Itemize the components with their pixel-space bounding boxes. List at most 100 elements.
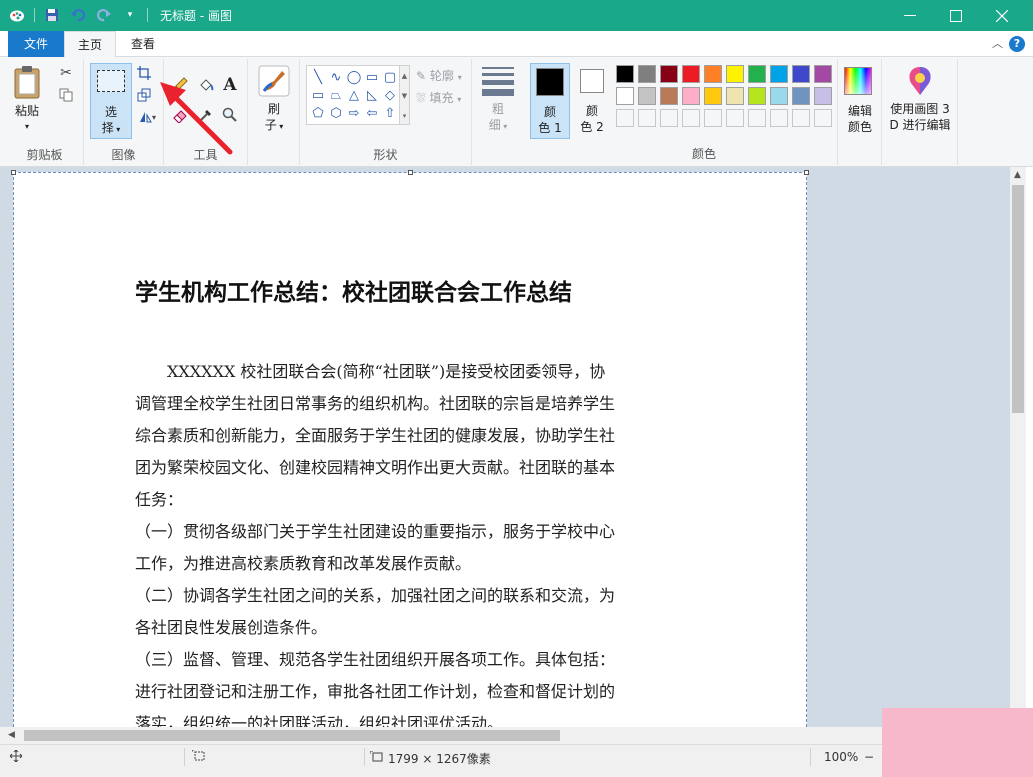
redo-icon[interactable]: [95, 6, 113, 24]
palette-swatch[interactable]: [748, 65, 766, 83]
horizontal-scrollbar[interactable]: ◀: [0, 727, 1010, 744]
palette-empty-slot[interactable]: [682, 109, 700, 127]
hexagon-shape-icon[interactable]: ⬡: [327, 104, 345, 122]
tab-view[interactable]: 查看: [118, 31, 168, 57]
palette-swatch[interactable]: [660, 87, 678, 105]
zoom-out-icon[interactable]: −: [864, 750, 874, 764]
cut-icon[interactable]: ✂: [56, 63, 76, 83]
outline-button[interactable]: ✎ 轮廓 ▾: [416, 67, 462, 84]
curve-shape-icon[interactable]: ∿: [327, 68, 345, 86]
brushes-button[interactable]: 刷 子 ▾: [254, 65, 294, 135]
palette-swatch[interactable]: [792, 65, 810, 83]
tab-file[interactable]: 文件: [8, 31, 64, 57]
image-size-icon: [369, 750, 384, 766]
color1-button[interactable]: 颜 色 1: [530, 63, 570, 139]
rounded-rectangle-shape-icon[interactable]: ▢: [381, 68, 399, 86]
brush-icon: [258, 65, 290, 97]
copy-icon[interactable]: [56, 85, 76, 105]
resize-icon[interactable]: [134, 85, 154, 105]
edit-colors-button[interactable]: 编辑 颜色: [838, 59, 882, 139]
palette-swatch[interactable]: [748, 87, 766, 105]
palette-swatch[interactable]: [682, 65, 700, 83]
save-icon[interactable]: [43, 6, 61, 24]
brushes-label-line2: 子: [264, 118, 277, 132]
resize-handle[interactable]: [408, 170, 413, 175]
palette-swatch[interactable]: [682, 87, 700, 105]
arrow-left-shape-icon[interactable]: ⇦: [363, 104, 381, 122]
canvas-workspace[interactable]: 学生机构工作总结：校社团联合会工作总结 XXXXXX 校社团联合会(简称“社团联…: [0, 167, 1010, 727]
fill-bucket-icon[interactable]: [196, 75, 216, 95]
palette-empty-slot[interactable]: [726, 109, 744, 127]
outline-label: 轮廓: [429, 69, 454, 83]
palette-empty-slot[interactable]: [660, 109, 678, 127]
customize-quick-access-icon[interactable]: ▾: [121, 6, 139, 24]
triangle-shape-icon[interactable]: △: [345, 86, 363, 104]
pentagon-shape-icon[interactable]: ⬠: [309, 104, 327, 122]
paste-button[interactable]: 粘贴 ▾: [10, 65, 44, 135]
shapes-scroll[interactable]: ▲ ▼ ▾: [400, 65, 410, 125]
palette-empty-slot[interactable]: [814, 109, 832, 127]
color2-button[interactable]: 颜 色 2: [574, 63, 610, 139]
rotate-icon[interactable]: ▾: [134, 107, 160, 127]
paint-app-icon[interactable]: [8, 6, 26, 24]
tab-home[interactable]: 主页: [64, 31, 116, 58]
palette-empty-slot[interactable]: [638, 109, 656, 127]
help-icon[interactable]: ?: [1009, 36, 1025, 52]
color-picker-icon[interactable]: [196, 105, 216, 125]
palette-swatch[interactable]: [704, 87, 722, 105]
arrow-right-shape-icon[interactable]: ⇨: [345, 104, 363, 122]
palette-empty-slot[interactable]: [770, 109, 788, 127]
palette-swatch[interactable]: [726, 65, 744, 83]
palette-swatch[interactable]: [638, 87, 656, 105]
scroll-up-icon[interactable]: ▲: [1014, 170, 1021, 180]
rounded-rect-shape-icon[interactable]: ▭: [309, 86, 327, 104]
polygon-shape-icon[interactable]: ⏢: [327, 86, 345, 104]
palette-swatch[interactable]: [660, 65, 678, 83]
resize-handle[interactable]: [804, 170, 809, 175]
horizontal-scroll-thumb[interactable]: [24, 730, 560, 741]
resize-handle[interactable]: [11, 170, 16, 175]
pencil-icon[interactable]: [170, 75, 190, 95]
palette-empty-slot[interactable]: [616, 109, 634, 127]
close-button[interactable]: [979, 0, 1025, 31]
palette-swatch[interactable]: [616, 65, 634, 83]
undo-icon[interactable]: [69, 6, 87, 24]
vertical-scroll-thumb[interactable]: [1012, 185, 1024, 413]
palette-swatch[interactable]: [792, 87, 810, 105]
edit-with-paint3d-button[interactable]: 使用画图 3 D 进行编辑: [882, 65, 958, 133]
size-button[interactable]: 粗 细 ▾: [480, 101, 516, 135]
right-triangle-shape-icon[interactable]: ◺: [363, 86, 381, 104]
text-tool-icon[interactable]: A: [220, 75, 240, 95]
palette-swatch[interactable]: [770, 65, 788, 83]
diamond-shape-icon[interactable]: ◇: [381, 86, 399, 104]
vertical-scrollbar[interactable]: ▲: [1010, 167, 1026, 727]
palette-swatch[interactable]: [638, 65, 656, 83]
rectangle-shape-icon[interactable]: ▭: [363, 68, 381, 86]
palette-swatch[interactable]: [726, 87, 744, 105]
palette-empty-slot[interactable]: [792, 109, 810, 127]
scroll-left-icon[interactable]: ◀: [8, 730, 15, 740]
select-label-line1: 选: [104, 105, 117, 119]
size-icon[interactable]: [482, 67, 514, 100]
palette-swatch[interactable]: [704, 65, 722, 83]
fill-button[interactable]: ⛆ 填充 ▾: [416, 89, 461, 106]
arrow-up-shape-icon[interactable]: ⇧: [381, 104, 399, 122]
select-button[interactable]: 选 择 ▾: [90, 63, 132, 139]
collapse-ribbon-icon[interactable]: ︿: [992, 35, 1003, 51]
palette-swatch[interactable]: [770, 87, 788, 105]
palette-swatch[interactable]: [814, 87, 832, 105]
maximize-button[interactable]: [933, 0, 979, 31]
palette-swatch[interactable]: [616, 87, 634, 105]
crop-icon[interactable]: [134, 63, 154, 83]
oval-shape-icon[interactable]: ◯: [345, 68, 363, 86]
window-title: 无标题 - 画图: [160, 8, 232, 23]
palette-empty-slot[interactable]: [748, 109, 766, 127]
magnifier-icon[interactable]: [220, 105, 240, 125]
palette-swatch[interactable]: [814, 65, 832, 83]
drawing-canvas[interactable]: 学生机构工作总结：校社团联合会工作总结 XXXXXX 校社团联合会(简称“社团联…: [13, 172, 807, 727]
eraser-icon[interactable]: [170, 105, 190, 125]
minimize-button[interactable]: [887, 0, 933, 31]
palette-empty-slot[interactable]: [704, 109, 722, 127]
line-shape-icon[interactable]: ╲: [309, 68, 327, 86]
edit-colors-label-line2: 颜色: [847, 120, 872, 134]
